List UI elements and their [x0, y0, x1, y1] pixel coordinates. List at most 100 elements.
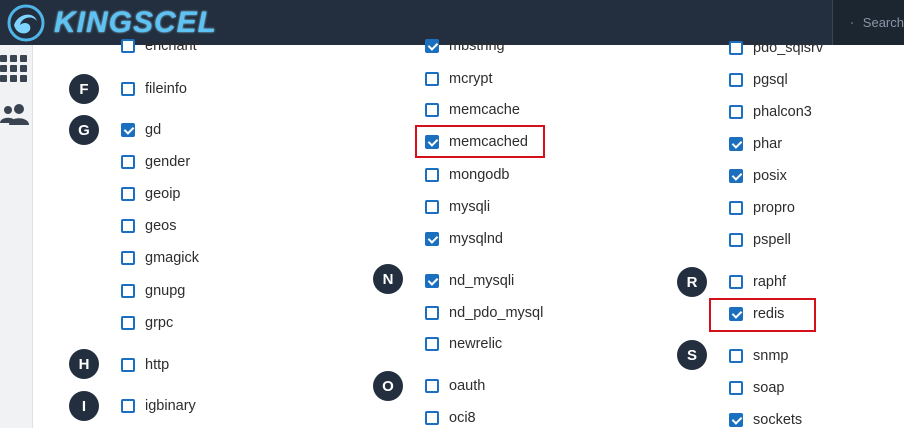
extension-label: grpc [145, 315, 174, 331]
extension-checkbox-raphf[interactable]: raphf [729, 274, 786, 290]
extension-checkbox-grpc[interactable]: grpc [121, 315, 173, 331]
extension-checkbox-phalcon3[interactable]: phalcon3 [729, 104, 812, 120]
checkbox[interactable] [425, 379, 439, 393]
extension-label: enchant [145, 38, 197, 54]
letter-badge-h: H [69, 349, 99, 379]
extension-label: nd_mysqli [449, 273, 515, 289]
extension-checkbox-igbinary[interactable]: igbinary [121, 398, 196, 414]
extension-label: mysqlnd [449, 231, 503, 247]
extension-checkbox-posix[interactable]: posix [729, 168, 787, 184]
extension-label: pdo_sqlsrv [753, 40, 824, 56]
extension-checkbox-sockets[interactable]: sockets [729, 412, 802, 428]
extension-label: propro [753, 200, 795, 216]
extension-checkbox-gnupg[interactable]: gnupg [121, 283, 185, 299]
letter-badge-i: I [69, 391, 99, 421]
search-icon [851, 21, 853, 24]
extension-checkbox-pspell[interactable]: pspell [729, 232, 791, 248]
extension-checkbox-propro[interactable]: propro [729, 200, 795, 216]
checkbox[interactable] [121, 358, 135, 372]
users-icon[interactable] [0, 103, 30, 134]
checkbox[interactable] [121, 187, 135, 201]
extension-checkbox-gmagick[interactable]: gmagick [121, 250, 199, 266]
checkbox[interactable] [121, 399, 135, 413]
extension-checkbox-pdo-sqlsrv[interactable]: pdo_sqlsrv [729, 40, 823, 56]
extension-label: gmagick [145, 250, 199, 266]
checkbox[interactable] [425, 39, 439, 53]
checkbox[interactable] [425, 168, 439, 182]
search-box[interactable]: Search [832, 0, 904, 45]
extension-label: oauth [449, 378, 486, 394]
extension-checkbox-nd-pdo-mysql[interactable]: nd_pdo_mysql [425, 305, 543, 321]
highlight-box-memcached [415, 125, 545, 158]
checkbox[interactable] [729, 41, 743, 55]
checkbox[interactable] [121, 251, 135, 265]
letter-badge-o: O [373, 371, 403, 401]
extension-label: pspell [753, 232, 791, 248]
extension-checkbox-nd-mysqli[interactable]: nd_mysqli [425, 273, 514, 289]
checkbox[interactable] [729, 413, 743, 427]
checkbox[interactable] [729, 169, 743, 183]
letter-badge-r: R [677, 267, 707, 297]
checkbox[interactable] [425, 274, 439, 288]
checkbox[interactable] [121, 123, 135, 137]
checkbox[interactable] [425, 103, 439, 117]
extension-checkbox-newrelic[interactable]: newrelic [425, 336, 502, 352]
checkbox[interactable] [121, 155, 135, 169]
extension-label: phalcon3 [753, 104, 812, 120]
extension-label: mongodb [449, 167, 510, 183]
grid-icon[interactable] [0, 55, 30, 88]
extension-label: geos [145, 218, 177, 234]
extension-checkbox-enchant[interactable]: enchant [121, 38, 197, 54]
checkbox[interactable] [121, 39, 135, 53]
extension-checkbox-mysqli[interactable]: mysqli [425, 199, 490, 215]
extension-label: gd [145, 122, 162, 138]
extension-checkbox-pgsql[interactable]: pgsql [729, 72, 788, 88]
extension-label: mysqli [449, 199, 491, 215]
extension-checkbox-mcrypt[interactable]: mcrypt [425, 71, 493, 87]
extension-label: snmp [753, 348, 789, 364]
checkbox[interactable] [729, 349, 743, 363]
extension-label: memcache [449, 102, 520, 118]
checkbox[interactable] [121, 82, 135, 96]
extension-checkbox-oci8[interactable]: oci8 [425, 410, 476, 426]
checkbox[interactable] [121, 284, 135, 298]
checkbox[interactable] [425, 232, 439, 246]
brand-name: KINGSCEL [54, 5, 218, 39]
checkbox[interactable] [425, 411, 439, 425]
checkbox[interactable] [729, 73, 743, 87]
checkbox[interactable] [729, 233, 743, 247]
extension-checkbox-snmp[interactable]: snmp [729, 348, 788, 364]
checkbox[interactable] [425, 337, 439, 351]
checkbox[interactable] [729, 137, 743, 151]
checkbox[interactable] [121, 219, 135, 233]
checkbox[interactable] [729, 381, 743, 395]
checkbox[interactable] [729, 201, 743, 215]
checkbox[interactable] [121, 316, 135, 330]
extension-checkbox-mbstring[interactable]: mbstring [425, 38, 505, 54]
extension-label: oci8 [449, 410, 476, 426]
extension-checkbox-geos[interactable]: geos [121, 218, 176, 234]
extension-checkbox-geoip[interactable]: geoip [121, 186, 180, 202]
checkbox[interactable] [729, 105, 743, 119]
extension-label: mcrypt [449, 71, 493, 87]
extension-checkbox-oauth[interactable]: oauth [425, 378, 485, 394]
extension-checkbox-memcache[interactable]: memcache [425, 102, 520, 118]
checkbox[interactable] [425, 200, 439, 214]
checkbox[interactable] [425, 306, 439, 320]
letter-badge-f: F [69, 74, 99, 104]
extension-checkbox-soap[interactable]: soap [729, 380, 784, 396]
extension-label: phar [753, 136, 783, 152]
checkbox[interactable] [729, 275, 743, 289]
extension-checkbox-mysqlnd[interactable]: mysqlnd [425, 231, 503, 247]
extension-checkbox-gd[interactable]: gd [121, 122, 161, 138]
extension-label: posix [753, 168, 787, 184]
left-sidebar [0, 45, 33, 428]
extension-label: mbstring [449, 38, 505, 54]
extension-checkbox-fileinfo[interactable]: fileinfo [121, 81, 187, 97]
extension-label: fileinfo [145, 81, 187, 97]
extension-checkbox-mongodb[interactable]: mongodb [425, 167, 509, 183]
extension-checkbox-http[interactable]: http [121, 357, 169, 373]
checkbox[interactable] [425, 72, 439, 86]
extension-checkbox-phar[interactable]: phar [729, 136, 782, 152]
extension-checkbox-gender[interactable]: gender [121, 154, 190, 170]
